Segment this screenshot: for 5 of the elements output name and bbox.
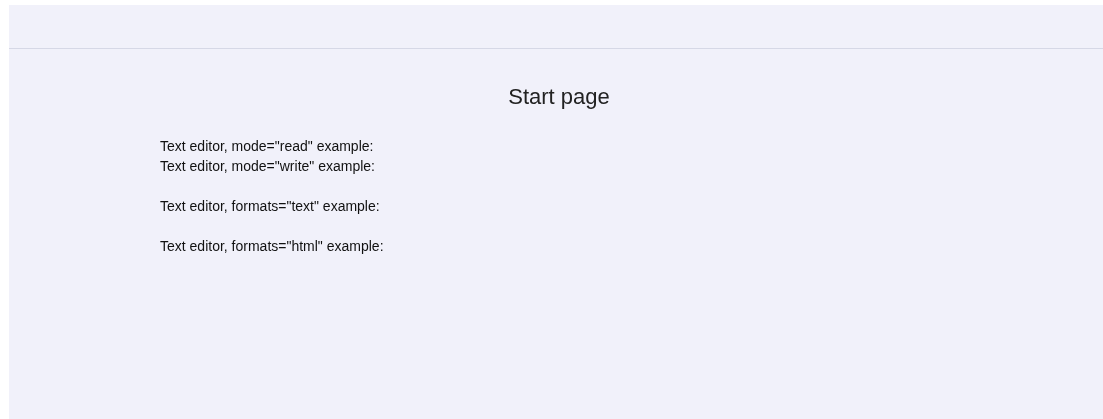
example-label: Text editor, formats="text" example:: [160, 197, 380, 216]
page-title: Start page: [507, 83, 611, 111]
example-label: Text editor, formats="html" example:: [160, 237, 384, 256]
example-label: Text editor, mode="read" example:: [160, 137, 374, 156]
example-label: Text editor, mode="write" example:: [160, 157, 375, 176]
